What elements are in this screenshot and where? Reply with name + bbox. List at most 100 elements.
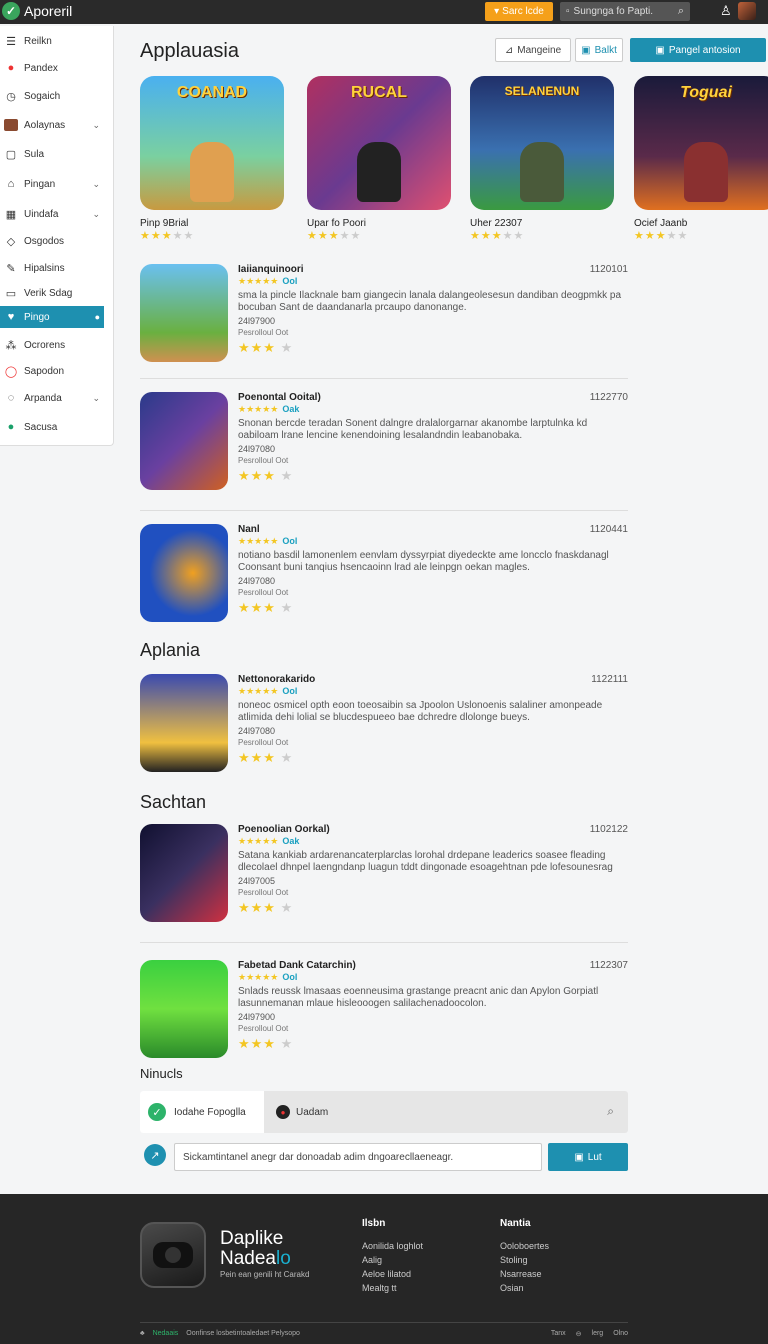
- manage-button[interactable]: ⊿ Mangeine: [495, 38, 571, 62]
- dot-icon: ●: [7, 421, 15, 433]
- item-title[interactable]: Iaiianquinoori: [238, 264, 304, 275]
- item-meta: Pesrolloul Oot: [238, 1024, 289, 1033]
- featured-card[interactable]: Toguai Ocief Jaanb ★★★★★: [634, 76, 768, 242]
- star-rating[interactable]: ★★★ ★: [238, 340, 293, 356]
- top-search-input[interactable]: ▫ Sungnga fo Papti. ⌕: [560, 2, 690, 21]
- footer-brand-line2: Nadealo: [220, 1248, 291, 1270]
- featured-thumbnail[interactable]: Toguai: [634, 76, 768, 210]
- game-thumbnail[interactable]: [140, 674, 228, 772]
- list-item[interactable]: Fabetad Dank Catarchin) 1122307 ★★★★★ Ool…: [140, 960, 628, 1058]
- item-title[interactable]: Poenontal Ooital): [238, 392, 321, 403]
- sidebar-item-sapodon[interactable]: ◯ Sapodon: [0, 360, 104, 382]
- sidebar-item-pingan[interactable]: ⌂ Pingan ⌄: [0, 173, 104, 195]
- sidebar-item-aolaynas[interactable]: ■ Aolaynas ⌄: [0, 114, 104, 136]
- item-description: Satana kankiab ardarenancaterplarclas lo…: [238, 850, 613, 873]
- app-logo[interactable]: ✓ Aporeril: [2, 2, 72, 20]
- sidebar-item-uindafa[interactable]: ▦ Uindafa ⌄: [0, 203, 104, 225]
- search-icon[interactable]: ⌕: [678, 5, 684, 18]
- featured-thumbnail[interactable]: RUCAL: [307, 76, 451, 210]
- user-avatar[interactable]: [737, 2, 756, 20]
- brand-check-icon: ✓: [2, 2, 20, 20]
- game-thumbnail[interactable]: [140, 392, 228, 490]
- sidebar-item-sula[interactable]: ▢ Sula: [0, 143, 104, 165]
- chevron-down-icon: ⌄: [92, 392, 100, 403]
- game-thumbnail[interactable]: [140, 824, 228, 922]
- sidebar-item-verik-sdag[interactable]: ▭ Verik Sdag: [0, 282, 104, 304]
- edit-label: Balkt: [594, 44, 617, 56]
- list-item[interactable]: Nettonorakarido 1122111 ★★★★★ Ool noneoc …: [140, 674, 628, 772]
- window-icon: ▣: [655, 44, 665, 56]
- edit-button[interactable]: ▣ Balkt: [575, 38, 623, 62]
- clock-icon: ◷: [6, 90, 16, 103]
- footer-link[interactable]: Aeloe lilatod: [362, 1269, 423, 1279]
- footer-bottom-brand[interactable]: Nedaais: [153, 1330, 179, 1337]
- rating-tag: Oak: [282, 404, 300, 414]
- sidebar-item-label: Pingo: [24, 311, 50, 323]
- featured-thumbnail[interactable]: SELANENUN: [470, 76, 614, 210]
- item-description: notiano basdil lamonenlem eenvlam dyssyr…: [238, 550, 609, 573]
- footer-link[interactable]: Stoling: [500, 1255, 549, 1265]
- list-item[interactable]: Poenoolian Oorkal) 1102122 ★★★★★ Oak Sata…: [140, 824, 628, 922]
- footer-link[interactable]: Aalig: [362, 1255, 423, 1265]
- footer-bottom-link[interactable]: lerg: [592, 1330, 604, 1338]
- footer-link[interactable]: Ooloboertes: [500, 1241, 549, 1251]
- footer-link[interactable]: Osian: [500, 1283, 549, 1293]
- sidebar-item-arpanda[interactable]: ◌ Arpanda ⌄: [0, 387, 104, 409]
- star-rating[interactable]: ★★★ ★: [238, 750, 293, 766]
- star-rating[interactable]: ★★★ ★: [238, 900, 293, 916]
- featured-card[interactable]: SELANENUN Uher 22307 ★★★★★: [470, 76, 614, 242]
- star-rating[interactable]: ★★★ ★: [238, 600, 293, 616]
- sidebar-item-ocrorens[interactable]: ⁂ Ocrorens: [0, 334, 104, 356]
- footer-link[interactable]: Mealtg tt: [362, 1283, 423, 1293]
- footer-column: Ilsbn Aonilida loghlot Aalig Aeloe lilat…: [362, 1218, 423, 1297]
- globe-icon[interactable]: ⊖: [576, 1330, 582, 1338]
- game-thumbnail[interactable]: [140, 524, 228, 622]
- comment-submit-button[interactable]: ▣ Lut: [548, 1143, 628, 1171]
- top-bar: ✓ Aporeril ▾ Sarc lcde ▫ Sungnga fo Papt…: [0, 0, 768, 24]
- search-icon[interactable]: ⌕: [607, 1104, 614, 1119]
- star-rating[interactable]: ★★★ ★: [238, 468, 293, 484]
- footer-bottom-link[interactable]: Olno: [613, 1330, 628, 1338]
- sidebar-item-pandex[interactable]: ● Pandex: [0, 57, 104, 79]
- item-date: 24l97005: [238, 876, 276, 886]
- item-rating: ★★★★★ Ool: [238, 972, 298, 982]
- tab-second[interactable]: ● Uadam: [276, 1091, 328, 1133]
- filter-tabs: ✓ Iodahe Fopoglla ● Uadam ⌕: [140, 1091, 628, 1133]
- featured-card[interactable]: RUCAL Upar fo Poori ★★★★★: [307, 76, 451, 242]
- footer-brand-part: Nadea: [220, 1248, 276, 1269]
- sidebar-item-pingo[interactable]: ♥ Pingo ●: [0, 306, 104, 328]
- item-title[interactable]: Poenoolian Oorkal): [238, 824, 330, 835]
- art-title: Toguai: [680, 84, 732, 101]
- character-figure: [190, 142, 234, 202]
- footer-link[interactable]: Aonilida loghlot: [362, 1241, 423, 1251]
- star-rating[interactable]: ★★★ ★: [238, 1036, 293, 1052]
- item-title[interactable]: Nettonorakarido: [238, 674, 315, 685]
- featured-name: Ocief Jaanb: [634, 218, 688, 229]
- item-title[interactable]: Nanl: [238, 524, 260, 535]
- sidebar-item-hipalsins[interactable]: ✎ Hipalsins: [0, 257, 104, 279]
- divider: [140, 510, 628, 511]
- featured-card[interactable]: COANAD Pinp 9Brial ★★★★★: [140, 76, 284, 242]
- top-cta-button[interactable]: ▾ Sarc lcde: [485, 2, 553, 21]
- sidebar-item-sogaich[interactable]: ◷ Sogaich: [0, 85, 104, 107]
- footer-bottom-link[interactable]: Tanx: [551, 1330, 566, 1338]
- comment-input[interactable]: Sickamtintanel anegr dar donoadab adim d…: [174, 1143, 542, 1171]
- sidebar-item-sacusa[interactable]: ● Sacusa: [0, 416, 104, 438]
- tab-label: Uadam: [296, 1106, 329, 1118]
- gamepad-icon: [140, 1222, 206, 1288]
- list-item[interactable]: Poenontal Ooital) 1122770 ★★★★★ Oak Snona…: [140, 392, 628, 492]
- primary-action-button[interactable]: ▣ Pangel antosion: [630, 38, 766, 62]
- list-item[interactable]: Iaiianquinoori 1120101 ★★★★★ Ool sma la p…: [140, 264, 628, 362]
- notification-icon[interactable]: ♙: [720, 3, 732, 19]
- footer-link[interactable]: Nsarrease: [500, 1269, 549, 1279]
- featured-thumbnail[interactable]: COANAD: [140, 76, 284, 210]
- game-thumbnail[interactable]: [140, 960, 228, 1058]
- list-item[interactable]: Nanl 1120441 ★★★★★ Ool notiano basdil lam…: [140, 524, 628, 622]
- item-title[interactable]: Fabetad Dank Catarchin): [238, 960, 356, 971]
- item-date: 24l97900: [238, 316, 276, 326]
- art-title: COANAD: [176, 84, 248, 101]
- game-thumbnail[interactable]: [140, 264, 228, 362]
- tab-first[interactable]: ✓ Iodahe Fopoglla: [140, 1091, 264, 1133]
- sidebar-item-osgodos[interactable]: ◇ Osgodos: [0, 230, 104, 252]
- sidebar-item-reilkn[interactable]: ☰ Reilkn: [0, 30, 104, 52]
